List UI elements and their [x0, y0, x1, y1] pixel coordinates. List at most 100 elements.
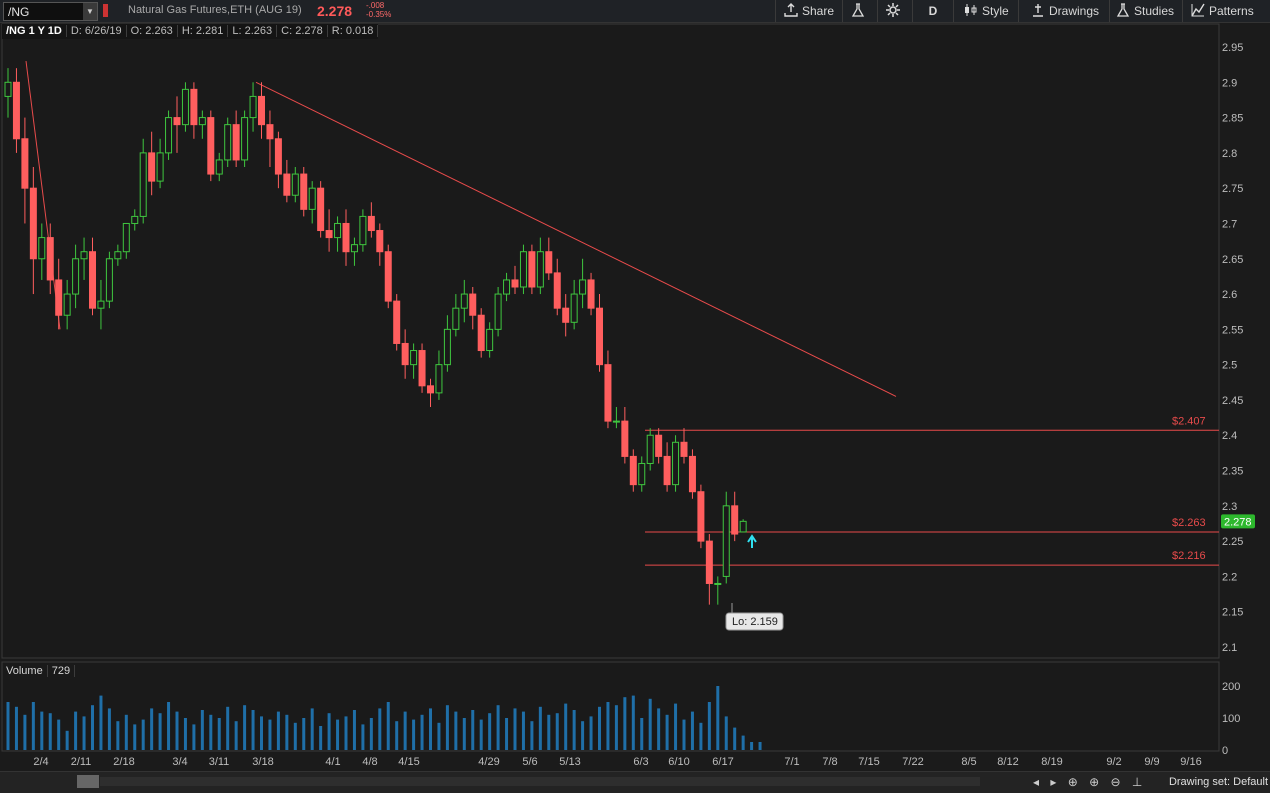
volume-bar [150, 708, 154, 750]
candle-body [274, 138, 282, 175]
candle-body [46, 237, 54, 281]
candle-body [646, 434, 654, 464]
price-tick-label: 2.65 [1222, 254, 1243, 266]
scroll-left-handle[interactable] [77, 775, 99, 788]
time-tick-label: 4/1 [325, 756, 340, 768]
time-tick-label: 3/4 [172, 756, 187, 768]
time-tick-label: 6/17 [712, 756, 733, 768]
bar-date: D: 6/26/19 [66, 25, 127, 37]
price-tick-label: 2.45 [1222, 395, 1243, 407]
volume-bar [479, 719, 483, 750]
volume-bar [623, 697, 627, 750]
volume-bar [488, 713, 492, 750]
volume-bar [276, 711, 280, 750]
time-scrollbar[interactable] [100, 777, 980, 786]
candle-body [528, 251, 536, 288]
candle-body [545, 251, 553, 274]
volume-bar [538, 706, 542, 750]
volume-bar [319, 726, 323, 750]
volume-bar [386, 702, 390, 750]
candle-body [688, 455, 696, 493]
candle-body [503, 279, 511, 295]
volume-bar [699, 722, 703, 750]
volume-bar [564, 703, 568, 750]
volume-bar [606, 702, 610, 750]
time-tick-label: 7/15 [858, 756, 879, 768]
volume-bar [707, 702, 711, 750]
time-tick-label: 2/4 [33, 756, 48, 768]
volume-bar [750, 742, 754, 750]
candle-body [511, 279, 519, 288]
volume-bar [251, 710, 255, 750]
volume-bar [572, 710, 576, 750]
candle-body [587, 279, 595, 309]
candle-body [536, 251, 544, 288]
bar-high: H: 2.281 [177, 25, 229, 37]
volume-bar [378, 708, 382, 750]
volume-bar [631, 695, 635, 750]
volume-bar [521, 711, 525, 750]
volume-bar [14, 706, 18, 750]
time-tick-label: 2/11 [71, 756, 92, 768]
volume-bar [682, 719, 686, 750]
candle-body [663, 455, 671, 486]
volume-bar [167, 702, 171, 750]
candle-body [4, 81, 12, 97]
candle-body [367, 215, 375, 232]
candle-body [12, 81, 20, 140]
volume-bar [733, 727, 737, 750]
candle-body [680, 441, 688, 457]
volume-bar [412, 719, 416, 750]
volume-header: Volume 729 [2, 663, 76, 680]
volume-bar [192, 724, 196, 750]
candle-body [410, 350, 418, 366]
time-tick-label: 6/3 [633, 756, 648, 768]
volume-bar [74, 711, 78, 750]
volume-bar [471, 710, 475, 750]
candle-body [72, 258, 80, 295]
volume-bar [352, 710, 356, 750]
volume-bar [200, 710, 204, 750]
volume-bar [31, 702, 35, 750]
volume-bar [327, 713, 331, 750]
volume-bar [234, 721, 238, 750]
price-tick-label: 2.4 [1222, 430, 1237, 442]
candle-body [612, 420, 620, 423]
candle-body [283, 173, 291, 196]
candle-body [181, 88, 189, 126]
price-tick-label: 2.95 [1222, 42, 1243, 54]
price-tick-label: 2.85 [1222, 113, 1243, 125]
chart-nav-controls[interactable]: ◂ ▸ ⊕ ⊕ ⊖ ⊥ [1033, 775, 1146, 789]
volume-bar [57, 719, 61, 750]
volume-bar [133, 724, 137, 750]
symbol-period: /NG 1 Y 1D [2, 25, 67, 37]
bar-range: R: 0.018 [327, 25, 379, 37]
volume-bar [344, 716, 348, 750]
candle-body [29, 187, 37, 260]
time-tick-label: 8/19 [1041, 756, 1062, 768]
price-tick-label: 2.3 [1222, 501, 1237, 513]
volume-bar [23, 714, 27, 750]
chart-canvas[interactable]: $2.407 $2.263 $2.216 2.95 2.9 2.85 2.8 2.75 2.7… [0, 0, 1270, 792]
candle-body [697, 491, 705, 542]
price-tick-label: 2.25 [1222, 536, 1243, 548]
candle-body [393, 300, 401, 344]
bar-open: O: 2.263 [126, 25, 178, 37]
candle-body [553, 272, 561, 309]
candle-body [562, 307, 570, 323]
volume-bar [648, 698, 652, 750]
time-tick-label: 4/8 [362, 756, 377, 768]
time-tick-label: 9/16 [1180, 756, 1201, 768]
candle-body [190, 88, 198, 126]
volume-bar [555, 713, 559, 750]
candle-body [579, 279, 587, 295]
volume-bar [462, 718, 466, 750]
time-tick-label: 7/22 [902, 756, 923, 768]
candle-body [198, 117, 206, 126]
volume-value: 729 [47, 665, 76, 677]
candle-body [638, 462, 646, 486]
volume-bar [99, 695, 103, 750]
volume-bar [690, 711, 694, 750]
volume-bar [581, 721, 585, 750]
price-tick-label: 2.75 [1222, 183, 1243, 195]
